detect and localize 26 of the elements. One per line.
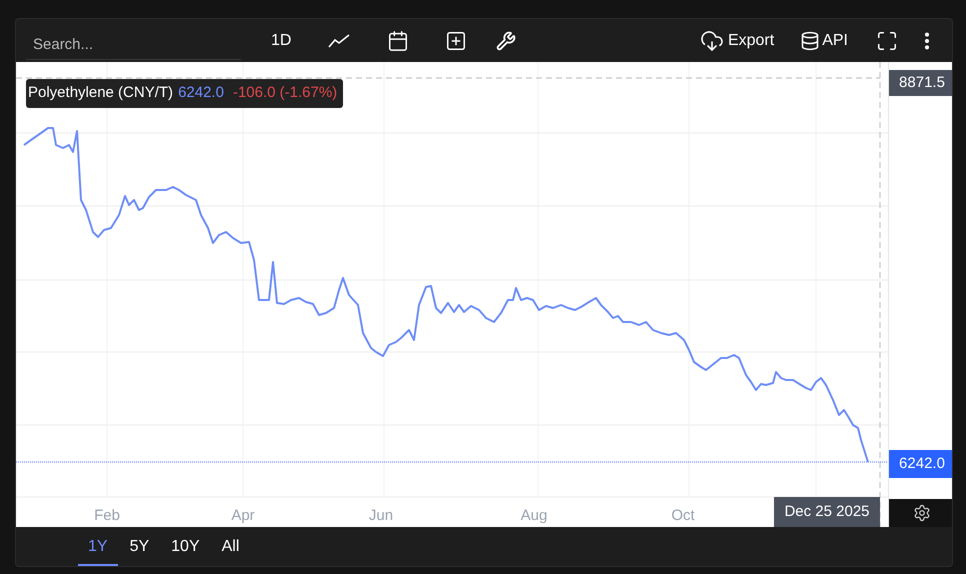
- range-tab[interactable]: 10Y: [161, 530, 210, 566]
- series-name: Polyethylene (CNY/T): [28, 83, 174, 104]
- settings-icon[interactable]: [889, 499, 952, 527]
- month-label: Jun: [368, 506, 394, 526]
- interval-button[interactable]: 1D: [271, 28, 292, 52]
- month-label: Aug: [520, 506, 548, 526]
- export-button[interactable]: Export: [700, 28, 774, 52]
- month-label: Feb: [94, 506, 120, 526]
- search-field[interactable]: Search...: [26, 30, 241, 60]
- range-tab[interactable]: 5Y: [120, 530, 160, 566]
- last-price-label: 6242.0: [889, 450, 952, 478]
- api-button[interactable]: API: [800, 28, 848, 52]
- crosshair-price-label: 8871.5: [889, 70, 952, 96]
- crosshair-date-label: Dec 25 2025: [774, 497, 880, 527]
- series-change: -106.0 (-1.67%): [232, 83, 338, 104]
- wrench-icon[interactable]: [496, 30, 516, 50]
- calendar-icon[interactable]: [387, 30, 410, 52]
- add-icon[interactable]: [445, 30, 468, 52]
- fullscreen-icon[interactable]: [876, 30, 898, 52]
- month-label: Apr: [231, 506, 255, 526]
- series-value: 6242.0: [178, 83, 224, 104]
- range-tab[interactable]: All: [212, 530, 250, 566]
- database-icon: [800, 30, 820, 50]
- cloud-download-icon: [700, 28, 724, 52]
- month-label: Oct: [671, 506, 695, 526]
- range-tab[interactable]: 1Y: [78, 530, 118, 566]
